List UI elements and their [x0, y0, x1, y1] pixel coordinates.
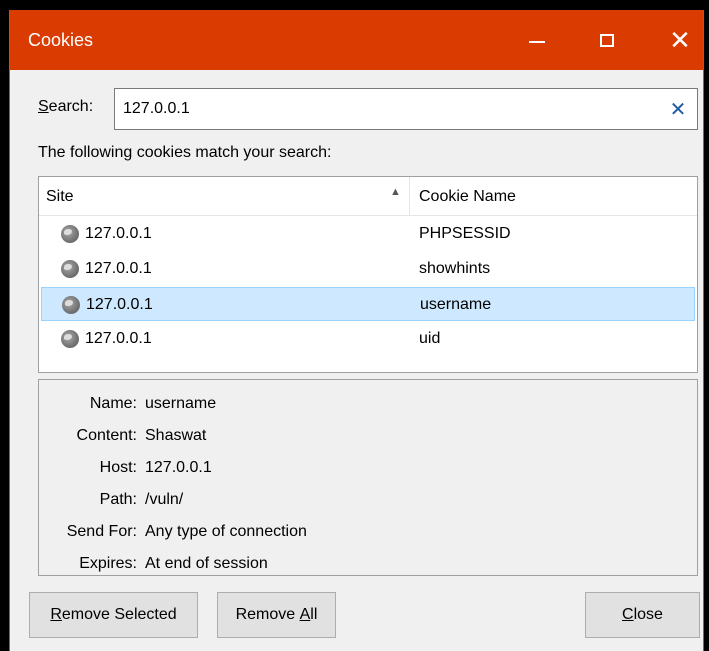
column-header-cookie-name[interactable]: Cookie Name — [419, 188, 516, 206]
detail-name-row: Name: username — [39, 390, 697, 418]
detail-expires-row: Expires: At end of session — [39, 550, 697, 578]
list-item-site: 127.0.0.1 — [85, 260, 152, 277]
detail-value: username — [145, 395, 217, 412]
remove-selected-label: emove Selected — [61, 606, 177, 623]
close-icon: ✕ — [669, 24, 691, 55]
detail-value: /vuln/ — [145, 491, 184, 508]
globe-icon — [62, 296, 80, 314]
remove-all-label-rest: ll — [310, 606, 318, 623]
close-hotkey: C — [622, 606, 634, 623]
list-item-site: 127.0.0.1 — [85, 330, 152, 347]
clear-search-icon[interactable]: ✕ — [665, 95, 691, 123]
globe-icon — [61, 225, 79, 243]
screen-edge-left — [0, 0, 9, 651]
cookie-details: Name: username Content: Shaswat Host: 12… — [38, 379, 698, 576]
remove-selected-button[interactable]: Remove Selected — [29, 592, 198, 638]
list-header: Site ▲ Cookie Name — [39, 177, 697, 216]
detail-path-row: Path: /vuln/ — [39, 486, 697, 514]
detail-label: Content: — [76, 427, 137, 444]
match-description: The following cookies match your search: — [38, 144, 332, 161]
maximize-icon — [600, 33, 614, 47]
close-label: lose — [633, 606, 663, 623]
globe-icon — [61, 330, 79, 348]
column-header-site[interactable]: Site ▲ — [39, 177, 410, 215]
list-item-cookie-name: uid — [419, 330, 441, 347]
window-title: Cookies — [28, 30, 94, 50]
detail-label: Expires: — [79, 555, 137, 572]
remove-selected-hotkey: R — [50, 606, 62, 623]
detail-label: Host: — [99, 459, 137, 476]
detail-value: Shaswat — [145, 427, 207, 444]
list-item-site: 127.0.0.1 — [86, 296, 153, 313]
cookies-window: Cookies ✕ Search: ✕ The following cookie… — [9, 10, 704, 651]
title-bar[interactable]: Cookies ✕ — [10, 10, 703, 70]
detail-value: At end of session — [145, 555, 268, 572]
close-button[interactable]: Close — [585, 592, 700, 638]
maximize-button[interactable] — [577, 10, 637, 70]
detail-value: 127.0.0.1 — [145, 459, 212, 476]
list-item-cookie-name: showhints — [419, 260, 491, 277]
list-item-cookie-name: username — [420, 296, 492, 313]
close-window-button[interactable]: ✕ — [650, 10, 709, 70]
list-item-cookie-name: PHPSESSID — [419, 225, 511, 242]
minimize-icon — [529, 41, 545, 43]
list-item-site: 127.0.0.1 — [85, 225, 152, 242]
minimize-button[interactable] — [507, 10, 567, 70]
search-label-hotkey: S — [38, 98, 49, 115]
list-item[interactable]: 127.0.0.1 showhints — [41, 252, 695, 286]
search-label: Search: — [38, 98, 93, 116]
search-label-text: earch: — [48, 98, 94, 115]
column-site-label: Site — [46, 188, 74, 205]
detail-content-row: Content: Shaswat — [39, 422, 697, 450]
detail-value: Any type of connection — [145, 523, 307, 540]
search-field[interactable]: ✕ — [114, 88, 698, 130]
screen-edge-right — [704, 0, 709, 651]
remove-all-button[interactable]: Remove All — [217, 592, 336, 638]
detail-label: Send For: — [66, 523, 137, 540]
globe-icon — [61, 260, 79, 278]
remove-all-hotkey: A — [299, 606, 311, 623]
screen-edge-top — [0, 0, 709, 10]
detail-host-row: Host: 127.0.0.1 — [39, 454, 697, 482]
search-input[interactable] — [123, 97, 663, 121]
remove-all-label-prefix: Remove — [235, 606, 300, 623]
list-item-selected[interactable]: 127.0.0.1 username — [41, 287, 695, 321]
list-item[interactable]: 127.0.0.1 uid — [41, 322, 695, 356]
detail-send-for-row: Send For: Any type of connection — [39, 518, 697, 546]
cookie-list[interactable]: Site ▲ Cookie Name 127.0.0.1 PHPSESSID 1… — [38, 176, 698, 373]
list-item[interactable]: 127.0.0.1 PHPSESSID — [41, 217, 695, 251]
detail-label: Name: — [89, 395, 137, 412]
sort-ascending-icon: ▲ — [390, 186, 401, 198]
detail-label: Path: — [99, 491, 137, 508]
